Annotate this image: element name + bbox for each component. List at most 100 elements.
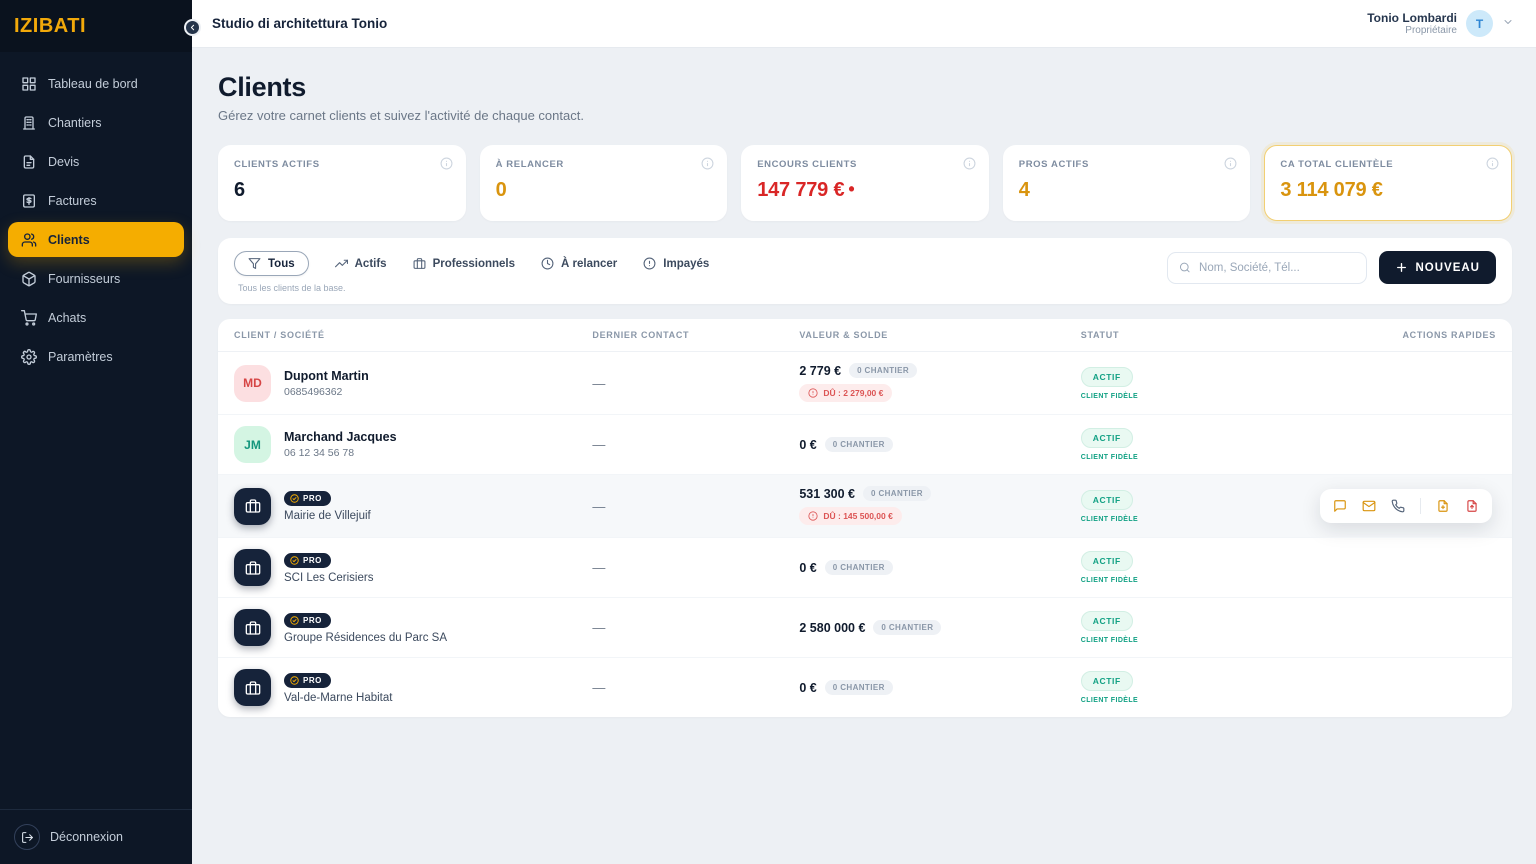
filter-tab-professionnels[interactable]: Professionnels: [413, 257, 515, 270]
info-icon[interactable]: [1224, 157, 1237, 175]
status-cell: ACTIFCLIENT FIDÈLE: [1081, 611, 1374, 644]
value-cell: 2 580 000 €0 CHANTIER: [799, 620, 1080, 635]
sidebar-item-fournisseurs[interactable]: Fournisseurs: [8, 261, 184, 296]
filter-tab-label: À relancer: [561, 258, 617, 270]
chantier-badge: 0 CHANTIER: [863, 486, 931, 501]
avatar[interactable]: T: [1466, 10, 1493, 37]
content: Clients Gérez votre carnet clients et su…: [192, 48, 1536, 864]
filter-tab--relancer[interactable]: À relancer: [541, 257, 617, 270]
status-badge: ACTIF: [1081, 671, 1133, 691]
due-badge: DÛ : 2 279,00 €: [799, 384, 892, 402]
new-client-button[interactable]: NOUVEAU: [1379, 251, 1496, 284]
check-icon: [290, 494, 299, 503]
table-row[interactable]: PROGroupe Résidences du Parc SA—2 580 00…: [218, 597, 1512, 657]
sidebar-item-factures[interactable]: Factures: [8, 183, 184, 218]
briefcase-icon: [413, 257, 426, 270]
stat-label: ENCOURS CLIENTS: [757, 159, 973, 170]
value-cell: 0 €0 CHANTIER: [799, 437, 1080, 452]
stat-value: 0: [496, 179, 712, 202]
table-row[interactable]: PROSCI Les Cerisiers—0 €0 CHANTIERACTIFC…: [218, 537, 1512, 597]
table-body: MDDupont Martin0685496362—2 779 €0 CHANT…: [218, 352, 1512, 717]
column-header: DERNIER CONTACT: [592, 330, 799, 340]
sidebar-item-achats[interactable]: Achats: [8, 300, 184, 335]
client-cell: PROMairie de Villejuif: [234, 488, 592, 525]
sidebar-item-clients[interactable]: Clients: [8, 222, 184, 257]
logout-icon: [14, 824, 40, 850]
user-text: Tonio Lombardi Propriétaire: [1367, 11, 1457, 36]
app-logo: IZIBATI: [14, 15, 86, 38]
mail-icon[interactable]: [1362, 499, 1376, 513]
sidebar-item-label: Fournisseurs: [48, 272, 120, 286]
info-icon[interactable]: [701, 157, 714, 175]
chantier-badge: 0 CHANTIER: [849, 363, 917, 378]
status-badge: ACTIF: [1081, 611, 1133, 631]
package-icon: [20, 270, 37, 287]
logout-label: Déconnexion: [50, 830, 123, 844]
chevron-down-icon[interactable]: [1502, 15, 1514, 33]
filter-tab-impay-s[interactable]: Impayés: [643, 257, 709, 270]
briefcase-icon: [234, 549, 271, 586]
table-row[interactable]: JMMarchand Jacques06 12 34 56 78—0 €0 CH…: [218, 414, 1512, 474]
search-input[interactable]: [1199, 262, 1355, 274]
gear-icon: [20, 348, 37, 365]
app-root: IZIBATI Tableau de bord Chantiers Devis Fac…: [0, 0, 1536, 864]
info-icon[interactable]: [963, 157, 976, 175]
stat-card-0: CLIENTS ACTIFS6: [218, 145, 466, 221]
due-amount: DÛ : 145 500,00 €: [823, 511, 892, 521]
phone-icon[interactable]: [1391, 499, 1405, 513]
due-amount: DÛ : 2 279,00 €: [823, 388, 883, 398]
table-row[interactable]: PROMairie de Villejuif—531 300 €0 CHANTI…: [218, 474, 1512, 537]
logout-button[interactable]: Déconnexion: [0, 809, 192, 864]
cart-icon: [20, 309, 37, 326]
client-cell: JMMarchand Jacques06 12 34 56 78: [234, 426, 592, 463]
info-icon[interactable]: [1486, 157, 1499, 175]
divider: [1420, 498, 1421, 514]
stat-card-4: CA TOTAL CLIENTÈLE3 114 079 €: [1264, 145, 1512, 221]
client-phone: 0685496362: [284, 386, 369, 398]
chantier-badge: 0 CHANTIER: [873, 620, 941, 635]
sidebar-item-tableau-de-bord[interactable]: Tableau de bord: [8, 66, 184, 101]
check-icon: [290, 616, 299, 625]
stat-label: CA TOTAL CLIENTÈLE: [1280, 159, 1496, 170]
file-plus-icon[interactable]: [1436, 499, 1450, 513]
alert-dot: •: [848, 179, 854, 199]
status-badge: ACTIF: [1081, 551, 1133, 571]
invoice-icon: [20, 192, 37, 209]
value-cell: 2 779 €0 CHANTIERDÛ : 2 279,00 €: [799, 363, 1080, 403]
sidebar-item-label: Tableau de bord: [48, 77, 138, 91]
briefcase-icon: [234, 669, 271, 706]
info-icon[interactable]: [440, 157, 453, 175]
column-header: ACTIONS RAPIDES: [1374, 330, 1496, 340]
filter-caption: Tous les clients de la base.: [234, 283, 709, 293]
user-menu[interactable]: Tonio Lombardi Propriétaire T: [1367, 10, 1514, 37]
sidebar-item-chantiers[interactable]: Chantiers: [8, 105, 184, 140]
last-contact: —: [592, 620, 799, 635]
building-icon: [20, 114, 37, 131]
sidebar-item-label: Factures: [48, 194, 97, 208]
sidebar-item-label: Achats: [48, 311, 86, 325]
table-row[interactable]: PROVal-de-Marne Habitat—0 €0 CHANTIERACT…: [218, 657, 1512, 717]
sidebar-item-devis[interactable]: Devis: [8, 144, 184, 179]
sidebar-collapse-button[interactable]: [184, 19, 201, 36]
filter-tab-tous[interactable]: Tous: [234, 251, 309, 276]
sidebar-item-param-tres[interactable]: Paramètres: [8, 339, 184, 374]
chantier-badge: 0 CHANTIER: [825, 560, 893, 575]
logo-area: IZIBATI: [0, 0, 192, 52]
filter-tab-actifs[interactable]: Actifs: [335, 257, 387, 270]
chat-icon[interactable]: [1333, 499, 1347, 513]
table-header: CLIENT / SOCIÉTÉDERNIER CONTACTVALEUR & …: [218, 319, 1512, 352]
pro-badge: PRO: [284, 613, 331, 628]
sidebar-item-label: Paramètres: [48, 350, 113, 364]
pro-badge: PRO: [284, 553, 331, 568]
client-value: 531 300 €: [799, 487, 855, 501]
table-row[interactable]: MDDupont Martin0685496362—2 779 €0 CHANT…: [218, 352, 1512, 414]
stat-card-2: ENCOURS CLIENTS147 779 €•: [741, 145, 989, 221]
client-cell: PROSCI Les Cerisiers: [234, 549, 592, 586]
user-name: Tonio Lombardi: [1367, 11, 1457, 25]
filter-tab-label: Tous: [268, 258, 295, 270]
check-icon: [290, 556, 299, 565]
file-export-icon[interactable]: [1465, 499, 1479, 513]
last-contact: —: [592, 376, 799, 391]
column-header: VALEUR & SOLDE: [799, 330, 1080, 340]
filter-tab-label: Professionnels: [433, 258, 515, 270]
